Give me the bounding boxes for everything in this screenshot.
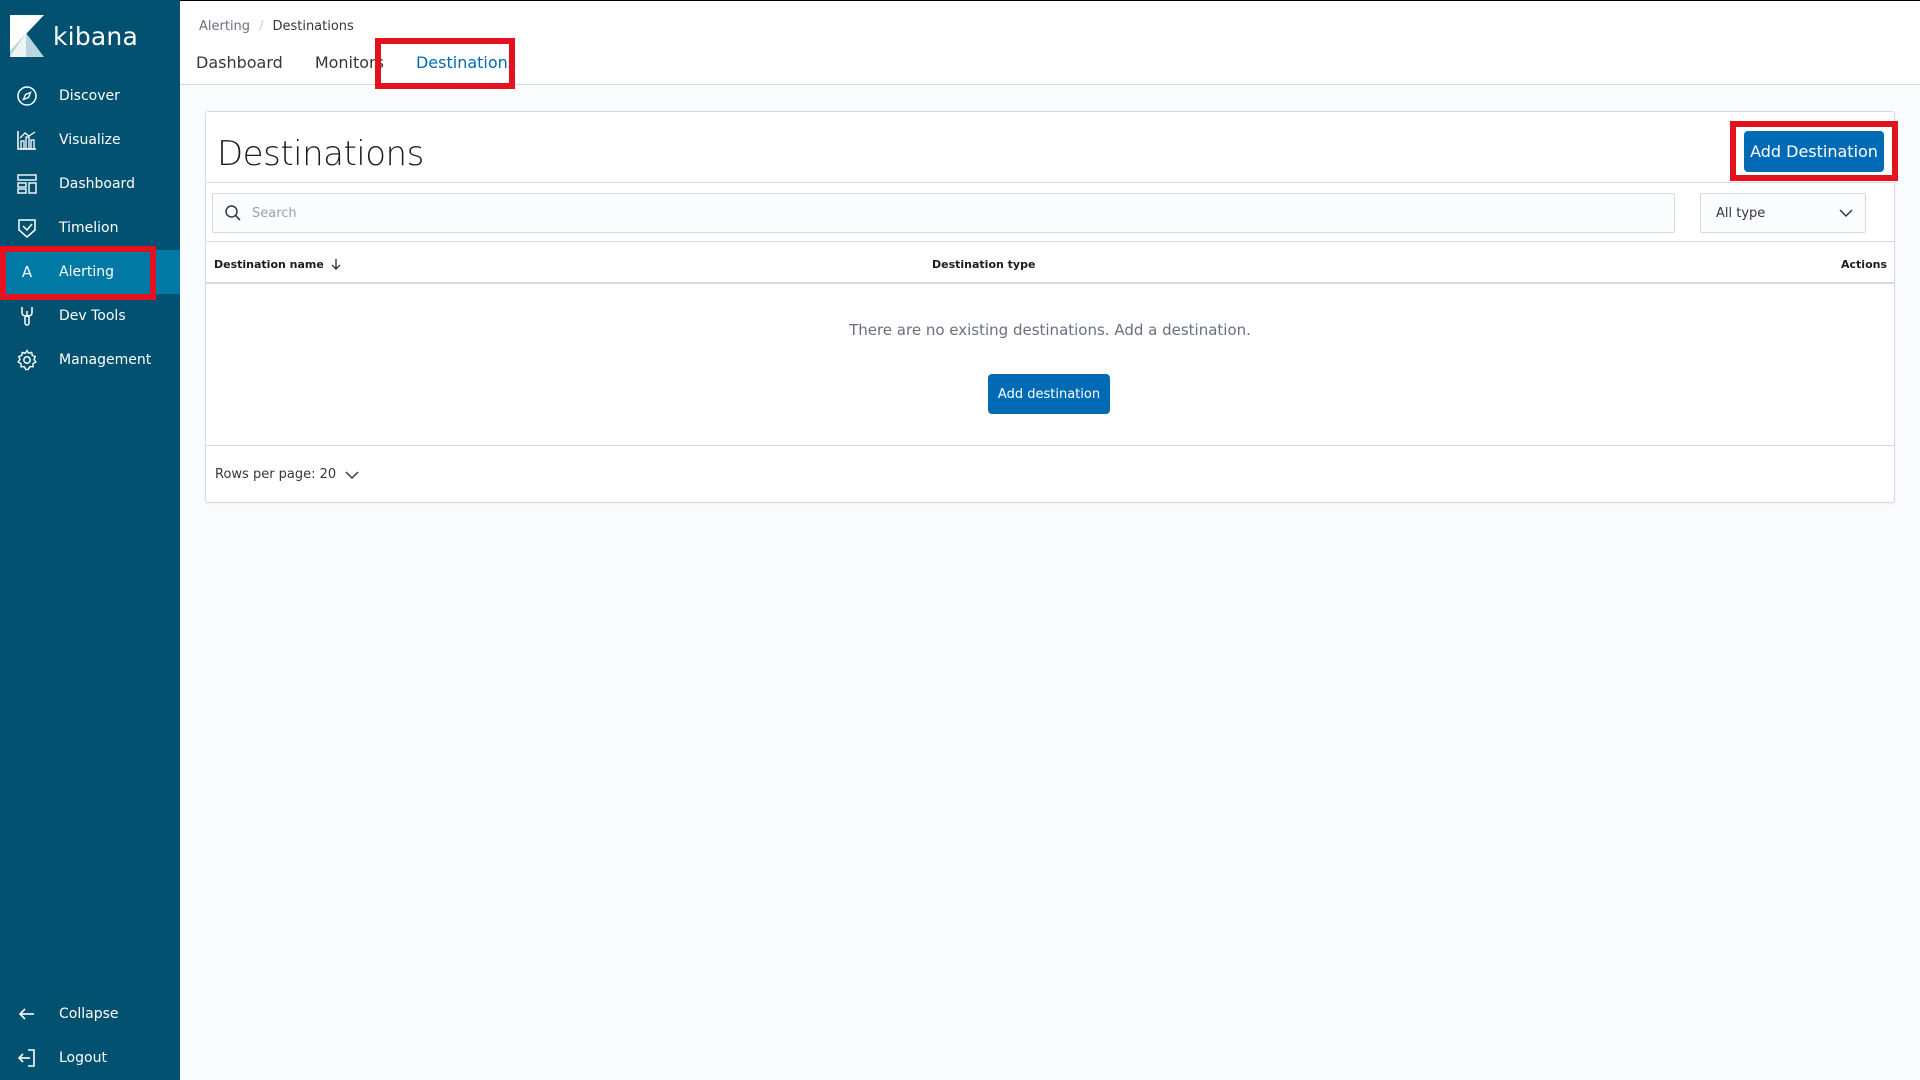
sidebar: kibana Discover Visualize Dashboard Time… [0,0,180,1080]
timelion-icon [14,215,40,241]
search-field[interactable] [212,193,1675,233]
tab-monitors[interactable]: Monitors [315,53,384,72]
sidebar-item-label: Discover [59,88,120,104]
wrench-icon [14,303,40,329]
sidebar-item-label: Visualize [59,132,121,148]
sidebar-item-dashboard[interactable]: Dashboard [0,162,180,206]
sidebar-item-logout[interactable]: Logout [0,1036,180,1080]
search-input[interactable] [252,205,1452,221]
search-icon [225,205,241,221]
sidebar-item-discover[interactable]: Discover [0,74,180,118]
sidebar-item-label: Logout [59,1050,107,1066]
top-bar: Alerting / Destinations Dashboard Monito… [180,0,1920,85]
sidebar-bottom-nav: Collapse Logout [0,992,180,1080]
column-header-destination-type: Destination type [932,258,1036,271]
dashboard-icon [14,171,40,197]
empty-state-message: There are no existing destinations. Add … [849,321,1251,339]
sidebar-item-alerting[interactable]: A Alerting [0,250,180,294]
gear-icon [14,347,40,373]
sidebar-nav: Discover Visualize Dashboard Timelion A … [0,74,180,382]
kibana-logo[interactable]: kibana [10,14,138,58]
breadcrumb-separator: / [259,19,264,34]
tab-destinations[interactable]: Destinations [416,53,516,72]
sidebar-item-label: Collapse [59,1006,119,1022]
destination-type-select[interactable]: All type [1700,193,1866,233]
rows-per-page-select[interactable]: Rows per page: 20 [215,467,359,482]
breadcrumb-alerting[interactable]: Alerting [199,19,250,34]
sidebar-item-collapse[interactable]: Collapse [0,992,180,1036]
breadcrumb: Alerting / Destinations [199,19,354,34]
kibana-logo-icon [10,15,44,57]
breadcrumb-destinations: Destinations [272,19,354,34]
sidebar-item-label: Alerting [59,264,114,280]
tab-dashboard[interactable]: Dashboard [196,53,283,72]
alerting-icon: A [21,263,33,281]
chevron-down-icon [1839,209,1853,218]
page-title: Destinations [217,134,424,174]
sidebar-item-label: Dev Tools [59,308,126,324]
sidebar-item-label: Management [59,352,152,368]
column-header-destination-name[interactable]: Destination name [214,258,343,271]
logo-text: kibana [53,21,138,51]
tab-bar: Dashboard Monitors Destinations [196,53,548,72]
logout-icon [14,1045,40,1071]
rows-per-page-label: Rows per page: 20 [215,467,337,482]
column-header-actions: Actions [1841,258,1887,271]
compass-icon [14,83,40,109]
divider [206,182,1894,183]
destinations-panel: Destinations Add Destination All type De… [205,111,1895,503]
table-header: Destination name Destination type Action… [206,241,1894,284]
sidebar-item-management[interactable]: Management [0,338,180,382]
arrow-left-icon [14,1001,40,1027]
sidebar-item-visualize[interactable]: Visualize [0,118,180,162]
chevron-down-icon [345,470,359,479]
empty-add-destination-button[interactable]: Add destination [988,374,1110,414]
divider [206,445,1894,446]
add-destination-button[interactable]: Add Destination [1744,131,1884,172]
select-value: All type [1716,205,1766,221]
sidebar-item-label: Timelion [59,220,119,236]
sort-arrow-down-icon [331,259,341,270]
column-header-label: Destination name [214,258,324,271]
sidebar-item-timelion[interactable]: Timelion [0,206,180,250]
chart-icon [14,127,40,153]
sidebar-item-dev-tools[interactable]: Dev Tools [0,294,180,338]
sidebar-item-label: Dashboard [59,176,135,192]
